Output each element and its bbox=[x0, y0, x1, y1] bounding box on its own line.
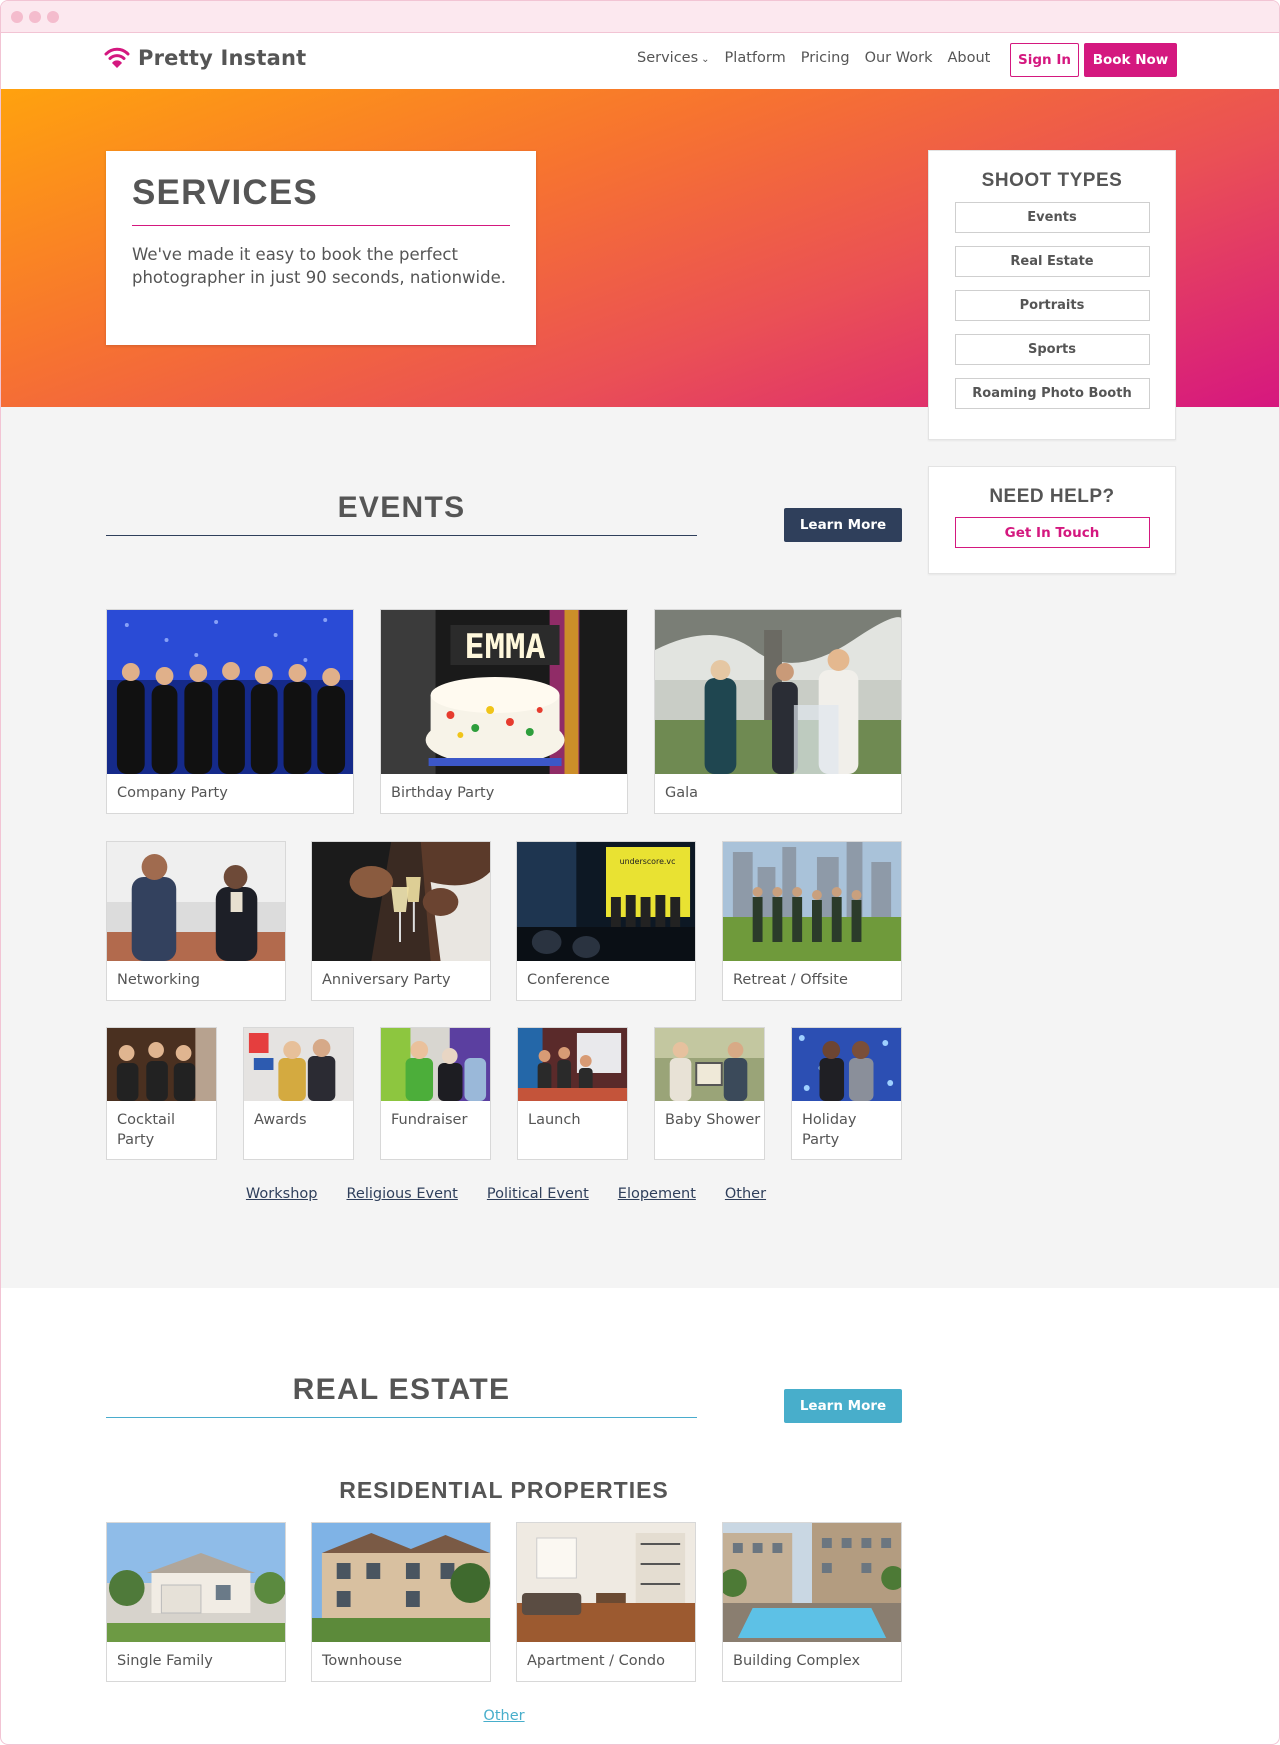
logo[interactable]: Pretty Instant bbox=[104, 46, 306, 70]
gala-photo bbox=[655, 610, 901, 774]
event-tile-birthday-party[interactable]: EMMA Birthday Party bbox=[380, 609, 628, 814]
book-now-button[interactable]: Book Now bbox=[1084, 43, 1177, 77]
nav-about[interactable]: About bbox=[947, 50, 990, 66]
event-tile-gala[interactable]: Gala bbox=[654, 609, 902, 814]
browser-window: Pretty Instant Services ⌄ Platform Pricin… bbox=[0, 0, 1280, 1745]
single-family-photo bbox=[107, 1523, 285, 1642]
shoot-type-roaming-photo-booth[interactable]: Roaming Photo Booth bbox=[954, 378, 1150, 409]
event-tile-company-party[interactable]: Company Party bbox=[106, 609, 354, 814]
networking-photo bbox=[107, 842, 285, 961]
link-workshop[interactable]: Workshop bbox=[246, 1186, 318, 1202]
residential-properties-title: RESIDENTIAL PROPERTIES bbox=[339, 1477, 669, 1503]
event-label: Awards bbox=[254, 1112, 307, 1128]
event-label: Anniversary Party bbox=[322, 972, 451, 988]
conference-photo: underscore.vc bbox=[517, 842, 695, 961]
link-other-event[interactable]: Other bbox=[725, 1186, 766, 1202]
property-label: Single Family bbox=[117, 1653, 213, 1669]
nav-our-work[interactable]: Our Work bbox=[865, 50, 933, 66]
nav-pricing[interactable]: Pricing bbox=[801, 50, 850, 66]
event-label: Retreat / Offsite bbox=[733, 972, 848, 988]
close-dot[interactable] bbox=[11, 11, 23, 23]
hero-description: We've made it easy to book the perfect p… bbox=[132, 245, 507, 287]
baby-shower-photo bbox=[655, 1028, 764, 1101]
sign-in-button[interactable]: Sign In bbox=[1010, 43, 1079, 77]
nav-links: Services ⌄ Platform Pricing Our Work Abou… bbox=[637, 50, 990, 66]
event-tile-retreat-offsite[interactable]: Retreat / Offsite bbox=[722, 841, 902, 1001]
nav-services[interactable]: Services ⌄ bbox=[637, 50, 710, 66]
property-tile-apartment-condo[interactable]: Apartment / Condo bbox=[516, 1522, 696, 1682]
property-tile-townhouse[interactable]: Townhouse bbox=[311, 1522, 491, 1682]
link-other-property[interactable]: Other bbox=[1, 1708, 1007, 1724]
link-religious-event[interactable]: Religious Event bbox=[346, 1186, 457, 1202]
link-political-event[interactable]: Political Event bbox=[487, 1186, 589, 1202]
cocktail-party-photo bbox=[107, 1028, 216, 1101]
get-in-touch-button[interactable]: Get In Touch bbox=[954, 517, 1150, 548]
holiday-party-photo bbox=[792, 1028, 901, 1101]
event-label: Holiday Party bbox=[802, 1112, 857, 1148]
company-party-photo bbox=[107, 610, 353, 774]
event-tile-conference[interactable]: underscore.vc Conference bbox=[516, 841, 696, 1001]
link-elopement[interactable]: Elopement bbox=[618, 1186, 696, 1202]
apartment-condo-photo bbox=[517, 1523, 695, 1642]
more-event-links: Workshop Religious Event Political Event… bbox=[1, 1186, 1011, 1202]
brand-name: Pretty Instant bbox=[138, 46, 307, 70]
real-estate-learn-more-button[interactable]: Learn More bbox=[784, 1389, 902, 1423]
townhouse-photo bbox=[312, 1523, 490, 1642]
events-title: EVENTS bbox=[106, 491, 697, 536]
event-tile-awards[interactable]: Awards bbox=[243, 1027, 354, 1160]
launch-photo bbox=[518, 1028, 627, 1101]
events-learn-more-button[interactable]: Learn More bbox=[784, 508, 902, 542]
event-label: Conference bbox=[527, 972, 610, 988]
retreat-offsite-photo bbox=[723, 842, 901, 961]
event-label: Baby Shower bbox=[665, 1112, 761, 1128]
awards-photo bbox=[244, 1028, 353, 1101]
minimize-dot[interactable] bbox=[29, 11, 41, 23]
property-label: Townhouse bbox=[322, 1653, 403, 1669]
real-estate-title: REAL ESTATE bbox=[106, 1373, 697, 1418]
shoot-types-card: SHOOT TYPES Events Real Estate Portraits… bbox=[928, 150, 1176, 440]
event-label: Company Party bbox=[117, 785, 228, 801]
shoot-types-list: Events Real Estate Portraits Sports Roam… bbox=[929, 202, 1175, 409]
fundraiser-photo bbox=[381, 1028, 490, 1101]
event-label: Networking bbox=[117, 972, 200, 988]
property-label: Building Complex bbox=[733, 1653, 861, 1669]
event-tile-holiday-party[interactable]: Holiday Party bbox=[791, 1027, 902, 1160]
event-tile-baby-shower[interactable]: Baby Shower bbox=[654, 1027, 765, 1160]
nav-platform[interactable]: Platform bbox=[725, 50, 786, 66]
event-tile-anniversary-party[interactable]: Anniversary Party bbox=[311, 841, 491, 1001]
birthday-party-photo: EMMA bbox=[381, 610, 627, 774]
event-tile-networking[interactable]: Networking bbox=[106, 841, 286, 1001]
event-label: Gala bbox=[665, 785, 699, 801]
need-help-title: NEED HELP? bbox=[989, 486, 1115, 507]
building-complex-photo bbox=[723, 1523, 901, 1642]
property-tile-single-family[interactable]: Single Family bbox=[106, 1522, 286, 1682]
shoot-types-title: SHOOT TYPES bbox=[981, 170, 1123, 191]
property-label: Apartment / Condo bbox=[527, 1653, 665, 1669]
need-help-card: NEED HELP? Get In Touch bbox=[928, 466, 1176, 574]
page-title: SERVICES bbox=[132, 173, 510, 226]
event-label: Birthday Party bbox=[391, 785, 495, 801]
nav-services-label: Services bbox=[637, 50, 699, 66]
window-chrome bbox=[1, 1, 1279, 33]
wifi-logo-icon bbox=[104, 47, 130, 68]
chevron-down-icon: ⌄ bbox=[701, 54, 710, 65]
event-label: Fundraiser bbox=[391, 1112, 468, 1128]
shoot-type-real-estate[interactable]: Real Estate bbox=[954, 246, 1150, 277]
shoot-type-events[interactable]: Events bbox=[954, 202, 1150, 233]
navbar: Pretty Instant Services ⌄ Platform Pricin… bbox=[1, 33, 1279, 89]
hero-card: SERVICES We've made it easy to book the … bbox=[106, 151, 536, 345]
event-tile-launch[interactable]: Launch bbox=[517, 1027, 628, 1160]
shoot-type-sports[interactable]: Sports bbox=[954, 334, 1150, 365]
maximize-dot[interactable] bbox=[47, 11, 59, 23]
event-label: Cocktail Party bbox=[117, 1112, 175, 1148]
event-tile-fundraiser[interactable]: Fundraiser bbox=[380, 1027, 491, 1160]
anniversary-party-photo bbox=[312, 842, 490, 961]
event-tile-cocktail-party[interactable]: Cocktail Party bbox=[106, 1027, 217, 1160]
event-label: Launch bbox=[528, 1112, 581, 1128]
svg-text:underscore.vc: underscore.vc bbox=[620, 857, 676, 866]
shoot-type-portraits[interactable]: Portraits bbox=[954, 290, 1150, 321]
property-tile-building-complex[interactable]: Building Complex bbox=[722, 1522, 902, 1682]
svg-text:EMMA: EMMA bbox=[464, 627, 545, 666]
